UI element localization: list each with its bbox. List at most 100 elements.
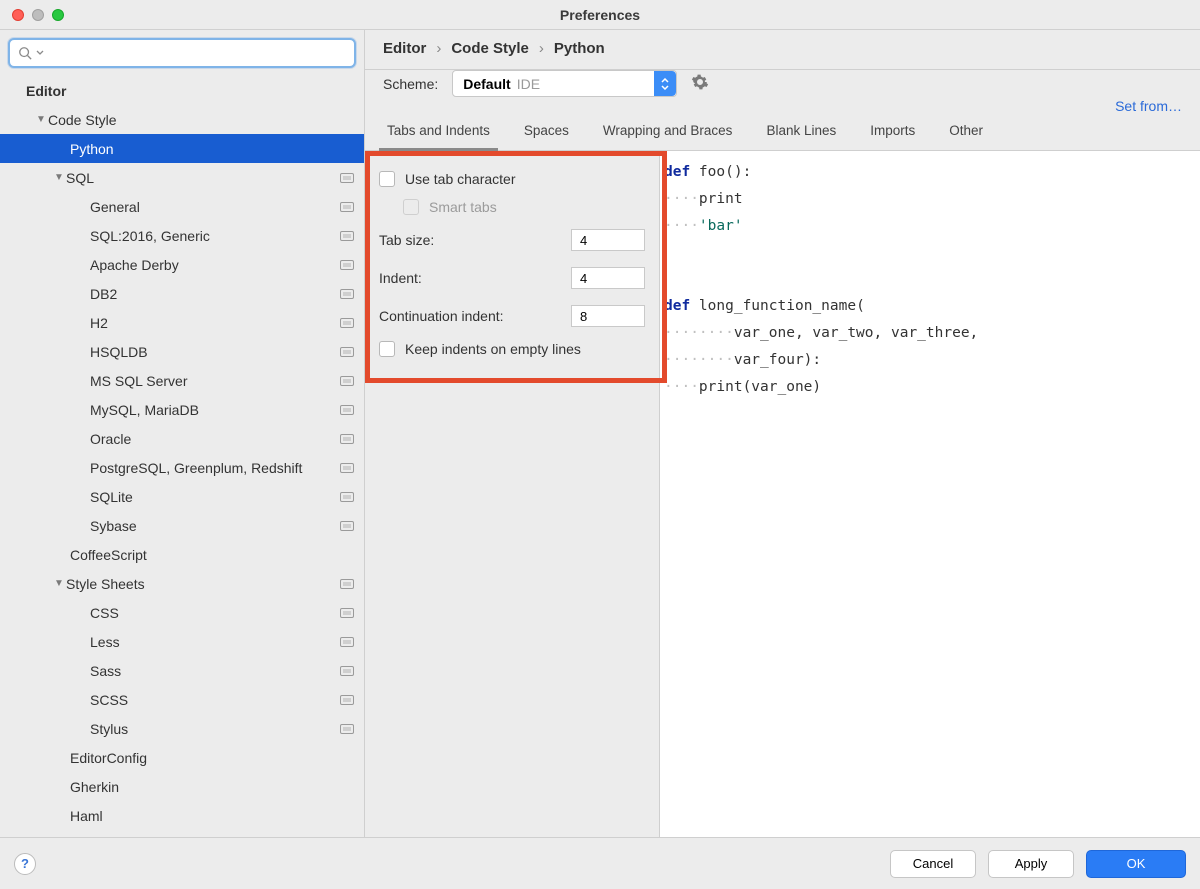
- gear-icon[interactable]: [691, 73, 709, 94]
- scope-icon: [340, 492, 354, 502]
- breadcrumb-part: Editor: [383, 40, 426, 57]
- nav-item[interactable]: SQLite: [0, 482, 364, 511]
- field-label: Indent:: [379, 270, 422, 286]
- nav-item[interactable]: SCSS: [0, 685, 364, 714]
- tab[interactable]: Blank Lines: [764, 113, 838, 150]
- scope-icon: [340, 289, 354, 299]
- nav-item[interactable]: ▼SQL: [0, 163, 364, 192]
- checkbox-icon: [403, 199, 419, 215]
- field-label: Continuation indent:: [379, 308, 504, 324]
- scheme-row: Scheme: Default IDE Set from…: [365, 70, 1200, 113]
- scope-icon: [340, 202, 354, 212]
- nav-item[interactable]: DB2: [0, 279, 364, 308]
- field-label: Tab size:: [379, 232, 434, 248]
- scheme-value: Default: [463, 76, 510, 92]
- checkbox-icon: [379, 341, 395, 357]
- chevron-right-icon: ›: [436, 40, 441, 57]
- set-from-link[interactable]: Set from…: [1115, 98, 1182, 114]
- tab[interactable]: Tabs and Indents: [385, 113, 492, 150]
- nav-item[interactable]: MS SQL Server: [0, 366, 364, 395]
- tabs-bar: Tabs and Indents Spaces Wrapping and Brace…: [365, 113, 1200, 151]
- tab[interactable]: Spaces: [522, 113, 571, 150]
- chevron-right-icon: ›: [539, 40, 544, 57]
- caret-icon: ▼: [34, 114, 48, 125]
- checkbox-icon: [379, 171, 395, 187]
- scheme-label: Scheme:: [383, 76, 438, 92]
- code-preview: def foo(): ····print ····'bar' def long_…: [660, 151, 1200, 837]
- nav-item[interactable]: Oracle: [0, 424, 364, 453]
- scope-icon: [340, 695, 354, 705]
- apply-button[interactable]: Apply: [988, 850, 1074, 878]
- nav-item[interactable]: H2: [0, 308, 364, 337]
- nav-item[interactable]: General: [0, 192, 364, 221]
- nav-item[interactable]: Sass: [0, 656, 364, 685]
- nav-item[interactable]: SQL:2016, Generic: [0, 221, 364, 250]
- nav-item[interactable]: HSQLDB: [0, 337, 364, 366]
- scope-icon: [340, 608, 354, 618]
- nav-item[interactable]: Sybase: [0, 511, 364, 540]
- scope-icon: [340, 376, 354, 386]
- search-input[interactable]: [48, 46, 346, 61]
- continuation-indent-input[interactable]: [571, 305, 645, 327]
- main-pane: Editor › Code Style › Python Scheme: Def…: [365, 30, 1200, 837]
- nav-item[interactable]: MySQL, MariaDB: [0, 395, 364, 424]
- scope-icon: [340, 405, 354, 415]
- nav-item[interactable]: ▼Style Sheets: [0, 569, 364, 598]
- checkbox-label: Smart tabs: [429, 199, 497, 215]
- help-button[interactable]: ?: [14, 853, 36, 875]
- nav-item[interactable]: PostgreSQL, Greenplum, Redshift: [0, 453, 364, 482]
- window-title: Preferences: [0, 7, 1200, 23]
- scope-icon: [340, 521, 354, 531]
- breadcrumb-part: Code Style: [451, 40, 529, 57]
- settings-column: Use tab character Smart tabs Tab size: I…: [365, 151, 660, 837]
- nav-item[interactable]: Gherkin: [0, 772, 364, 801]
- scope-icon: [340, 724, 354, 734]
- smart-tabs-checkbox: Smart tabs: [379, 193, 645, 221]
- titlebar: Preferences: [0, 0, 1200, 30]
- caret-icon: ▼: [52, 172, 66, 183]
- nav-item[interactable]: ▼Code Style: [0, 105, 364, 134]
- scope-icon: [340, 637, 354, 647]
- nav-item[interactable]: CSS: [0, 598, 364, 627]
- continuation-indent-row: Continuation indent:: [379, 297, 645, 335]
- search-icon: [18, 46, 32, 60]
- tab-size-row: Tab size:: [379, 221, 645, 259]
- ok-button[interactable]: OK: [1086, 850, 1186, 878]
- cancel-button[interactable]: Cancel: [890, 850, 976, 878]
- scope-icon: [340, 260, 354, 270]
- indent-input[interactable]: [571, 267, 645, 289]
- use-tab-char-checkbox[interactable]: Use tab character: [379, 165, 645, 193]
- tab[interactable]: Other: [947, 113, 985, 150]
- chevron-down-icon: [36, 49, 44, 57]
- nav-item[interactable]: CoffeeScript: [0, 540, 364, 569]
- nav-item[interactable]: Less: [0, 627, 364, 656]
- caret-icon: ▼: [52, 578, 66, 589]
- scheme-select[interactable]: Default IDE: [452, 70, 677, 97]
- footer: ? Cancel Apply OK: [0, 837, 1200, 889]
- checkbox-label: Use tab character: [405, 171, 516, 187]
- nav-item[interactable]: Stylus: [0, 714, 364, 743]
- scope-icon: [340, 666, 354, 676]
- nav-root[interactable]: Editor: [0, 76, 364, 105]
- nav-item[interactable]: Haml: [0, 801, 364, 830]
- nav-item[interactable]: Python: [0, 134, 364, 163]
- keep-indents-checkbox[interactable]: Keep indents on empty lines: [379, 335, 645, 363]
- nav-tree[interactable]: Editor▼Code StylePython▼SQLGeneralSQL:20…: [0, 76, 364, 837]
- tab-size-input[interactable]: [571, 229, 645, 251]
- checkbox-label: Keep indents on empty lines: [405, 341, 581, 357]
- scope-icon: [340, 347, 354, 357]
- scope-icon: [340, 173, 354, 183]
- nav-item[interactable]: EditorConfig: [0, 743, 364, 772]
- scheme-suffix: IDE: [517, 76, 540, 92]
- scope-icon: [340, 463, 354, 473]
- search-input-wrap[interactable]: [8, 38, 356, 68]
- scope-icon: [340, 579, 354, 589]
- tab[interactable]: Imports: [868, 113, 917, 150]
- tab[interactable]: Wrapping and Braces: [601, 113, 735, 150]
- scope-icon: [340, 318, 354, 328]
- nav-item[interactable]: Apache Derby: [0, 250, 364, 279]
- breadcrumb-part: Python: [554, 40, 605, 57]
- breadcrumb: Editor › Code Style › Python: [383, 40, 1182, 69]
- scope-icon: [340, 231, 354, 241]
- dropdown-icon: [654, 71, 676, 96]
